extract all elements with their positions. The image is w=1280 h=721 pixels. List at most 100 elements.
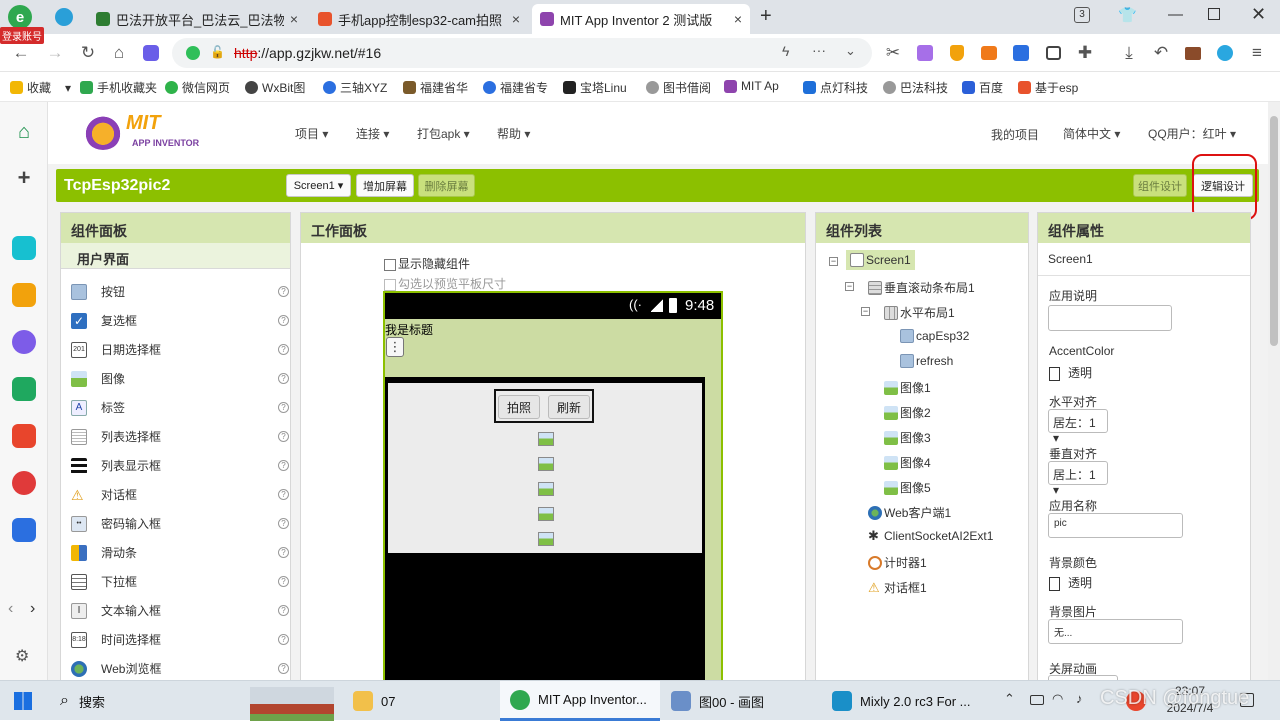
windows-start-icon[interactable] (14, 692, 32, 710)
extension-shield-icon[interactable] (946, 42, 968, 64)
edit-ai-icon[interactable] (12, 518, 36, 542)
tray-network-icon[interactable]: ◠ (1052, 691, 1063, 707)
palette-item-webviewer[interactable]: Web浏览框? (71, 654, 289, 680)
help-icon[interactable]: ? (278, 605, 289, 616)
close-icon[interactable]: × (290, 11, 298, 27)
help-icon[interactable]: ? (278, 634, 289, 645)
palette-item-checkbox[interactable]: ✓ 复选框? (71, 306, 289, 335)
mit-logo[interactable]: MIT APP INVENTOR (84, 112, 210, 154)
bookmark-item[interactable]: 基于esp (1018, 79, 1078, 96)
forward-icon[interactable]: → (44, 42, 66, 64)
tree-image4[interactable]: 图像4 (884, 454, 931, 471)
bookmark-item[interactable]: 三轴XYZ (323, 79, 387, 96)
capture-button[interactable]: 拍照 (498, 395, 540, 419)
tree-capesp32[interactable]: capEsp32 (900, 329, 969, 343)
valign-select[interactable]: 居上：1 ▾ (1048, 461, 1108, 497)
chevron-down-icon[interactable]: ⌄ (845, 43, 856, 59)
palette-item-image[interactable]: 图像? (71, 364, 289, 393)
tab-appinventor[interactable]: MIT App Inventor 2 测试版 × (532, 4, 750, 34)
help-icon[interactable]: ? (278, 663, 289, 674)
help-icon[interactable]: ? (278, 373, 289, 384)
download-icon[interactable]: ⤓ (1118, 42, 1140, 64)
back-icon[interactable]: ← (10, 42, 32, 64)
star-icon[interactable] (12, 283, 36, 307)
bg-image-input[interactable]: 无... (1048, 619, 1183, 644)
help-icon[interactable]: ? (278, 489, 289, 500)
help-icon[interactable]: ? (278, 431, 289, 442)
help-icon[interactable]: ? (278, 286, 289, 297)
bookmark-item[interactable]: 百度 (962, 79, 1003, 96)
taskbar-item-browser[interactable]: MIT App Inventor... (500, 681, 660, 721)
image5-placeholder[interactable] (538, 532, 554, 546)
page-scrollbar[interactable] (1268, 102, 1280, 680)
app-desc-textarea[interactable] (1048, 305, 1172, 331)
bookmark-item[interactable]: 点灯科技 (803, 79, 868, 96)
close-window-icon[interactable]: ✕ (1251, 4, 1266, 25)
bg-color-picker[interactable]: 透明 (1049, 574, 1092, 591)
chevron-left-icon[interactable]: ‹ (8, 600, 13, 618)
login-badge[interactable]: 登录账号 (0, 27, 44, 44)
menu-user[interactable]: QQ用户：红叶 ▾ (1148, 125, 1236, 142)
bookmark-item[interactable]: 微信网页 (165, 79, 230, 96)
help-icon[interactable]: ? (278, 315, 289, 326)
help-icon[interactable]: ? (278, 402, 289, 413)
bookmark-item[interactable]: 巴法科技 (883, 79, 948, 96)
close-icon[interactable]: × (512, 11, 520, 27)
overflow-menu-icon[interactable]: ⋮ (386, 337, 404, 357)
taskbar-item-paint[interactable]: 图00 - 画图 (665, 681, 820, 721)
scroll-thumb[interactable] (1270, 116, 1278, 346)
app-plus-icon[interactable] (12, 236, 36, 260)
lightning-icon[interactable]: ϟ (782, 43, 789, 59)
help-icon[interactable]: ? (278, 518, 289, 529)
bookmark-item[interactable]: MIT Ap (724, 79, 779, 93)
bookmark-item[interactable]: 福建省华 (403, 79, 468, 96)
taskbar-item-mixly[interactable]: Mixly 2.0 rc3 For ... (826, 681, 986, 721)
palette-item-label[interactable]: A 标签? (71, 393, 289, 422)
checkbox-box[interactable] (384, 278, 396, 291)
scissors-icon[interactable]: ✂ (882, 42, 904, 64)
tree-image1[interactable]: 图像1 (884, 379, 931, 396)
tree-refresh[interactable]: refresh (900, 354, 953, 368)
checkbox-box[interactable] (384, 258, 396, 271)
tree-clientsocket[interactable]: ✱ ClientSocketAI2Ext1 (868, 529, 993, 544)
ai-extension-icon[interactable] (1010, 42, 1032, 64)
help-icon[interactable]: ? (278, 344, 289, 355)
app-name-input[interactable]: pic (1048, 513, 1183, 538)
tray-chevron-icon[interactable]: ⌃ (1004, 691, 1015, 707)
tablet-preview-checkbox[interactable]: 勾选以预览平板尺寸 (384, 275, 506, 292)
tree-screen1[interactable]: Screen1 (846, 250, 915, 270)
taskbar-item-folder[interactable]: 07 (345, 681, 495, 721)
ai-icon[interactable] (140, 42, 162, 64)
image-ai-icon[interactable] (12, 377, 36, 401)
minimize-icon[interactable]: — (1168, 6, 1183, 23)
home-icon[interactable]: ⌂ (12, 120, 36, 144)
fox-icon[interactable] (978, 42, 1000, 64)
undo-icon[interactable]: ↶ (1150, 42, 1172, 64)
palette-category-ui[interactable]: 用户界面 (61, 243, 290, 269)
more-icon[interactable]: ··· (812, 42, 826, 58)
tree-image2[interactable]: 图像2 (884, 404, 931, 421)
refresh-button[interactable]: 刷新 (548, 395, 590, 419)
remove-screen-button[interactable]: 删除屏幕 (418, 174, 475, 197)
screen-title[interactable]: 我是标题 (385, 321, 433, 338)
reader-icon[interactable] (1042, 42, 1064, 64)
palette-item-passwordtextbox[interactable]: •• 密码输入框? (71, 509, 289, 538)
menu-my-projects[interactable]: 我的项目 (991, 126, 1039, 143)
tab-csdn[interactable]: 手机app控制esp32-cam拍照 × (310, 4, 528, 34)
video-ai-icon[interactable] (12, 471, 36, 495)
close-icon[interactable]: × (734, 11, 742, 27)
bookmark-favorites[interactable]: 收藏 ▾ (10, 79, 71, 96)
palette-item-spinner[interactable]: 下拉框? (71, 567, 289, 596)
help-icon[interactable]: ? (278, 547, 289, 558)
help-icon[interactable]: ? (278, 460, 289, 471)
menu-language[interactable]: 简体中文 ▾ (1063, 125, 1120, 142)
vertical-scroll-arrangement[interactable]: 拍照 刷新 (385, 377, 705, 680)
browser-logo-icon[interactable]: e (8, 5, 32, 29)
palette-item-listview[interactable]: 列表显示框? (71, 451, 289, 480)
insecure-lock-icon[interactable]: 🔓 (210, 45, 225, 59)
tree-vscroll[interactable]: 垂直滚动条布局1 (868, 279, 975, 296)
bookmark-item[interactable]: 图书借阅 (646, 79, 711, 96)
collapse-toggle[interactable]: − (845, 282, 854, 291)
horizontal-arrangement[interactable]: 拍照 刷新 (494, 389, 594, 423)
briefcase-icon[interactable] (1182, 42, 1204, 64)
